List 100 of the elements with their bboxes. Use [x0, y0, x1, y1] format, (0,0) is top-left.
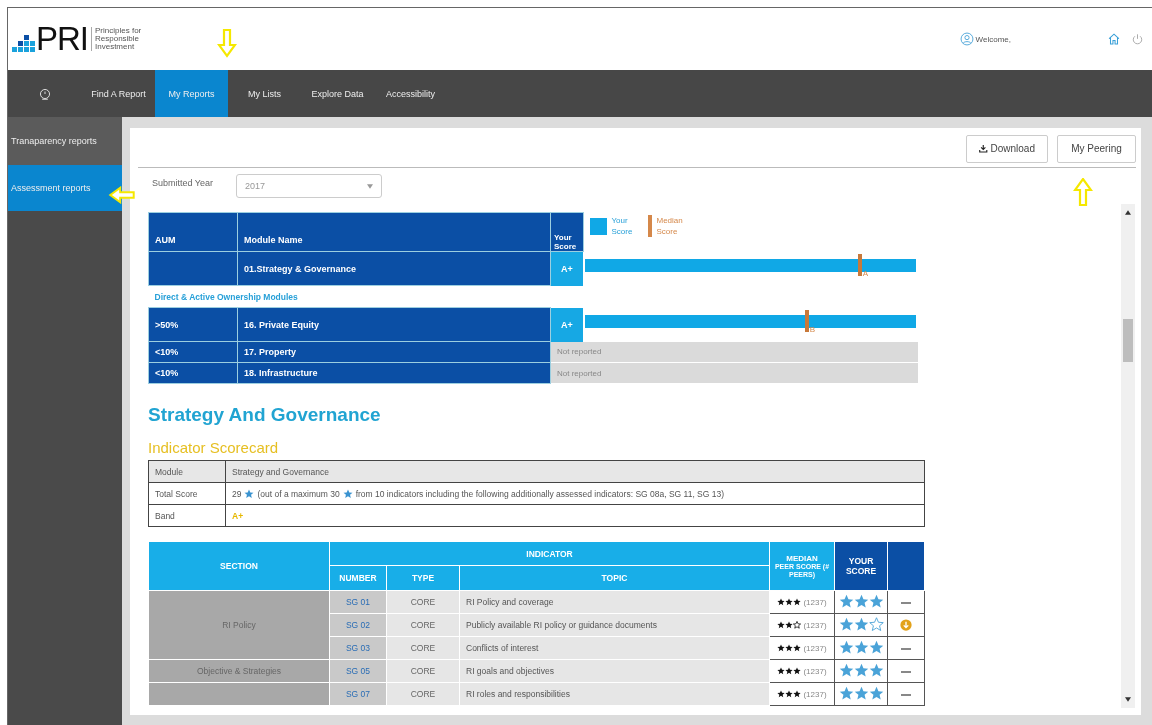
table-cell: 17. Property: [237, 341, 551, 363]
table-cell: RI Policy and coverage: [459, 590, 770, 614]
table-cell: 18. Infrastructure: [237, 362, 551, 384]
year-dropdown[interactable]: 2017: [236, 174, 382, 198]
logo-tagline: Principles for: [95, 27, 142, 35]
column-header: Module Name: [237, 212, 551, 252]
star-icon: [853, 662, 869, 678]
star-icon: [868, 593, 884, 609]
logo-tagline: Investment: [95, 43, 135, 51]
table-cell: <10%: [148, 341, 238, 363]
star-icon: [244, 488, 255, 499]
legend-swatch: [589, 217, 607, 235]
peer-count: (1237): [803, 689, 827, 699]
scrollbar-thumb[interactable]: [1123, 319, 1133, 362]
star-icon: [868, 685, 884, 701]
score-text: (out of a maximum 30: [257, 488, 340, 499]
clock-icon[interactable]: [38, 86, 52, 101]
column-header: Your Score: [550, 212, 583, 252]
row-label: Total Score: [148, 482, 226, 505]
home-icon[interactable]: [1107, 32, 1121, 46]
scrollbar[interactable]: [1121, 204, 1135, 708]
star-icon: [853, 593, 869, 609]
sidebar-item[interactable]: Assessment reports: [8, 165, 122, 211]
section-cell: RI Policy: [148, 590, 330, 660]
user-icon[interactable]: [959, 32, 974, 46]
table-cell: <10%: [148, 362, 238, 384]
download-button[interactable]: Download: [966, 134, 1048, 163]
star-icon: [838, 662, 854, 678]
power-icon[interactable]: [1131, 32, 1144, 46]
legend-label: Your Score: [611, 214, 634, 237]
row-label: Module: [148, 460, 226, 483]
peering-button[interactable]: My Peering: [1057, 134, 1136, 163]
indicator-link[interactable]: SG 07: [345, 689, 371, 699]
column-header: YOUR SCORE: [834, 541, 888, 591]
star-icon: [868, 639, 884, 655]
band-value: A+: [232, 510, 244, 521]
score-text: 29: [232, 488, 242, 499]
star-icon: [838, 685, 854, 701]
down-arrow-badge-icon[interactable]: [900, 619, 912, 631]
nav-tab[interactable]: My Reports: [155, 70, 228, 117]
logo-wordmark: PRI: [36, 24, 88, 54]
table-cell: >50%: [148, 307, 238, 342]
caret-icon: [367, 183, 373, 189]
scroll-up-icon[interactable]: [1125, 210, 1131, 215]
column-header: MEDIAN: [785, 553, 819, 563]
nav-tab[interactable]: My Lists: [228, 70, 301, 117]
table-cell: Strategy and Governance: [232, 466, 329, 477]
star-icon: [853, 616, 869, 632]
dash-icon: [901, 670, 911, 673]
nav-tab[interactable]: Explore Data: [301, 70, 374, 117]
indicator-link[interactable]: SG 02: [345, 620, 371, 630]
annotation-arrow-icon: [217, 28, 237, 58]
star-icon: [838, 616, 854, 632]
section-heading: Strategy And Governance: [148, 403, 382, 427]
score-text: from 10 indicators including the following additionally assessed indicators: SG 08a, SG 11, SG 13): [355, 488, 725, 499]
row-label: Band: [148, 504, 226, 527]
section-cell: Objective & Strategies: [148, 659, 330, 683]
score-cell: A+: [550, 307, 583, 342]
scroll-down-icon[interactable]: [1125, 697, 1131, 702]
logo-tagline: Responsible: [95, 35, 141, 43]
column-header: INDICATOR: [329, 541, 770, 566]
annotation-arrow-icon: [1073, 178, 1093, 206]
table-cell: RI roles and responsibilities: [459, 682, 770, 706]
star-icon: [838, 639, 854, 655]
star-icon: [342, 488, 353, 499]
not-reported-cell: Not reported: [550, 362, 918, 384]
column-header: TOPIC: [459, 565, 770, 591]
table-cell: RI goals and objectives: [459, 659, 770, 683]
indicator-link[interactable]: SG 03: [345, 643, 371, 653]
star-icon: [853, 639, 869, 655]
table-cell: Conflicts of interest: [459, 636, 770, 660]
dash-icon: [901, 647, 911, 650]
legend-label: Median Score: [656, 214, 684, 237]
logo-squares-icon: [12, 32, 35, 52]
peer-count: (1237): [803, 597, 827, 607]
indicator-link[interactable]: SG 01: [345, 597, 371, 607]
peer-count: (1237): [803, 643, 827, 653]
median-label: A: [862, 269, 869, 278]
star-icon: [853, 685, 869, 701]
peer-count: (1237): [803, 666, 827, 676]
table-cell: 01.Strategy & Governance: [237, 251, 551, 286]
table-cell: Publicly available RI policy or guidance documents: [459, 613, 770, 637]
nav-tab[interactable]: Accessibility: [374, 70, 447, 117]
indicator-link[interactable]: SG 05: [345, 666, 371, 676]
welcome-text: Welcome,: [975, 34, 1011, 44]
dash-icon: [901, 693, 911, 696]
star-icon: [838, 593, 854, 609]
nav-tab[interactable]: Find A Report: [82, 70, 155, 117]
not-reported-cell: Not reported: [550, 341, 918, 363]
table-cell: 16. Private Equity: [237, 307, 551, 342]
median-label: B: [809, 325, 816, 334]
column-header: SECTION: [148, 541, 330, 591]
sidebar-item[interactable]: Tranaparency reports: [8, 117, 122, 165]
filter-label: Submitted Year: [152, 178, 215, 188]
group-label: Direct & Active Ownership Modules: [148, 285, 918, 308]
dash-icon: [901, 601, 911, 604]
peer-count: (1237): [803, 620, 827, 630]
legend-marker: [647, 214, 652, 237]
column-header: AUM: [148, 212, 238, 252]
download-icon: [979, 144, 988, 153]
